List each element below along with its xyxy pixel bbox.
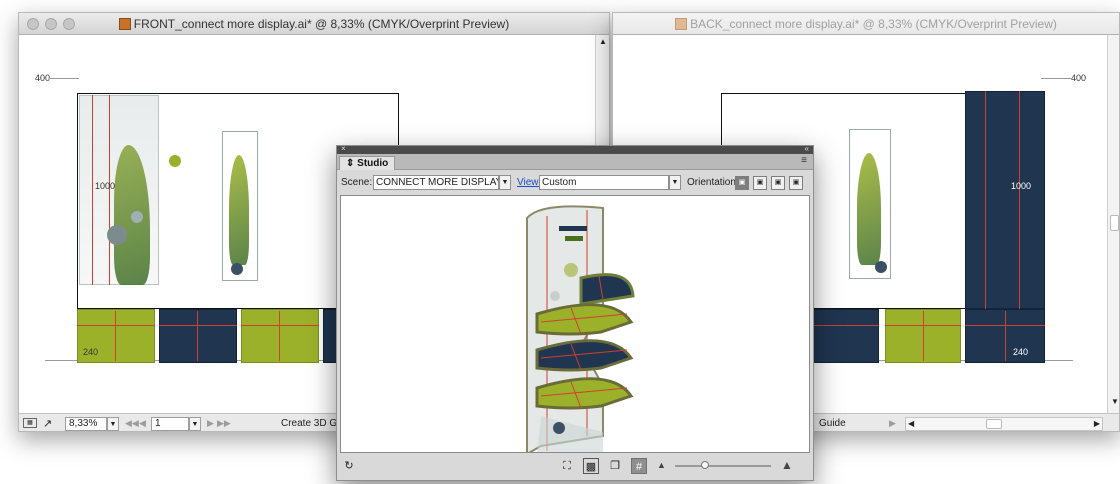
cut-line (279, 311, 280, 361)
plant-graphic (857, 153, 881, 265)
scene-dropdown-icon[interactable]: ▼ (499, 175, 511, 190)
scroll-up-icon[interactable]: ▲ (599, 37, 607, 46)
cut-line (115, 311, 116, 361)
horizontal-scrollbar[interactable]: ◀ ▶ (905, 417, 1103, 431)
fit-view-icon[interactable]: ⛶ (559, 458, 575, 474)
bubble-graphic (875, 261, 887, 273)
share-icon[interactable]: ↗ (43, 417, 52, 430)
shelf-1 (579, 273, 635, 306)
view-select[interactable]: Custom (539, 175, 669, 190)
cut-line (1005, 311, 1006, 361)
shelf-4 (535, 377, 634, 410)
dimension-label: 240 (83, 347, 99, 357)
scroll-right-icon[interactable]: ▶ (1094, 419, 1100, 428)
status-text[interactable]: Guide (819, 418, 846, 429)
ruler-label: 400 (1071, 73, 1087, 83)
shelf-2 (535, 303, 634, 336)
prev-artboard-icon[interactable]: ◀ (139, 418, 146, 429)
studio-controls: Scene: CONNECT MORE DISPLAY_f... ▼ View:… (337, 172, 813, 194)
ai-document-icon (675, 18, 688, 30)
bubble-graphic (231, 263, 243, 275)
3d-viewport[interactable] (340, 195, 810, 453)
view-dropdown-icon[interactable]: ▼ (669, 175, 681, 190)
studio-tab-row: ⇕ Studio ≡ (337, 154, 813, 170)
back-window-title: BACK_connect more display.ai* @ 8,33% (C… (690, 17, 1057, 31)
view-link[interactable]: View: (517, 177, 541, 188)
artboard-field[interactable]: 1 (151, 417, 189, 431)
zoom-slider[interactable] (675, 461, 771, 469)
last-artboard-icon[interactable]: ▶▶ (217, 418, 231, 429)
first-artboard-icon[interactable]: ◀◀ (125, 418, 139, 429)
zoom-out-icon[interactable]: ▲ (657, 460, 666, 470)
dimension-label: 1000 (1011, 181, 1032, 191)
scene-label: Scene: (341, 177, 373, 188)
reset-view-icon[interactable]: ↻ (341, 458, 357, 474)
scene-select[interactable]: CONNECT MORE DISPLAY_f... (373, 175, 499, 190)
fold-line (985, 91, 986, 309)
cut-line (197, 311, 198, 361)
cut-line (159, 325, 237, 326)
orientation-front-icon[interactable]: ▣ (735, 176, 749, 190)
scroll-thumb[interactable] (986, 419, 1002, 429)
tab-studio-label: Studio (357, 158, 389, 169)
cut-line (241, 325, 319, 326)
front-window-title: FRONT_connect more display.ai* @ 8,33% (… (133, 17, 510, 31)
shelf-panel-green (241, 309, 319, 363)
next-artboard-icon[interactable]: ▶ (889, 418, 896, 429)
orientation-iso-icon[interactable]: ▣ (789, 176, 803, 190)
scroll-left-icon[interactable]: ◀ (908, 419, 914, 428)
artboard-icon[interactable]: ▦ (23, 418, 37, 428)
next-artboard-icon[interactable]: ▶ (207, 418, 214, 429)
cut-line (77, 325, 155, 326)
zoom-dropdown-icon[interactable]: ▼ (107, 417, 119, 431)
front-window-titlebar[interactable]: FRONT_connect more display.ai* @ 8,33% (… (19, 13, 609, 35)
cut-line (809, 325, 879, 326)
bubble-graphic (107, 225, 127, 245)
zoom-field[interactable]: 8,33% (65, 417, 107, 431)
panel-drag-strip[interactable]: × « (337, 144, 813, 154)
back-window-titlebar[interactable]: BACK_connect more display.ai* @ 8,33% (C… (613, 13, 1119, 35)
fold-line (1019, 91, 1020, 309)
back-vertical-scrollbar[interactable]: ▼ (1107, 35, 1119, 413)
dimension-label: 1000 (95, 181, 116, 191)
ruler-guide (49, 78, 79, 79)
tab-studio[interactable]: ⇕ Studio (339, 156, 396, 170)
scroll-thumb[interactable] (1110, 215, 1119, 231)
shelf-panel-navy (809, 309, 879, 363)
fold-line (92, 95, 93, 285)
ruler-label: 400 (35, 73, 51, 83)
close-panel-icon[interactable]: × (341, 144, 346, 153)
render-mode-icon[interactable]: ▩ (583, 458, 599, 474)
cut-line (923, 311, 924, 361)
studio-bottom-bar: ↻ ⛶ ▩ ❐ # ▲ ▲ (337, 455, 813, 477)
scroll-down-icon[interactable]: ▼ (1111, 397, 1119, 406)
shelf-3 (535, 339, 634, 372)
back-panel-artwork (965, 91, 1045, 309)
zoom-in-icon[interactable]: ▲ (781, 458, 793, 472)
grid-toggle-icon[interactable]: # (631, 458, 647, 474)
artboard-dropdown-icon[interactable]: ▼ (189, 417, 201, 431)
collapse-panel-icon[interactable]: « (805, 144, 809, 153)
plant-graphic (229, 155, 249, 265)
orientation-side-icon[interactable]: ▣ (753, 176, 767, 190)
bubble-graphic (169, 155, 181, 167)
bubble-graphic (131, 211, 143, 223)
panel-menu-icon[interactable]: ≡ (801, 155, 807, 166)
3d-display-render (526, 205, 635, 452)
box-view-icon[interactable]: ❐ (607, 458, 623, 474)
orientation-top-icon[interactable]: ▣ (771, 176, 785, 190)
studio-panel: × « ⇕ Studio ≡ Scene: CONNECT MORE DISPL… (336, 144, 814, 481)
shelf-panel-navy (159, 309, 237, 363)
orientation-label: Orientation: (687, 177, 739, 188)
zoom-slider-handle[interactable] (701, 461, 709, 469)
ai-document-icon (118, 18, 131, 30)
dimension-label: 240 (1013, 347, 1029, 357)
ruler-guide (1041, 78, 1071, 79)
